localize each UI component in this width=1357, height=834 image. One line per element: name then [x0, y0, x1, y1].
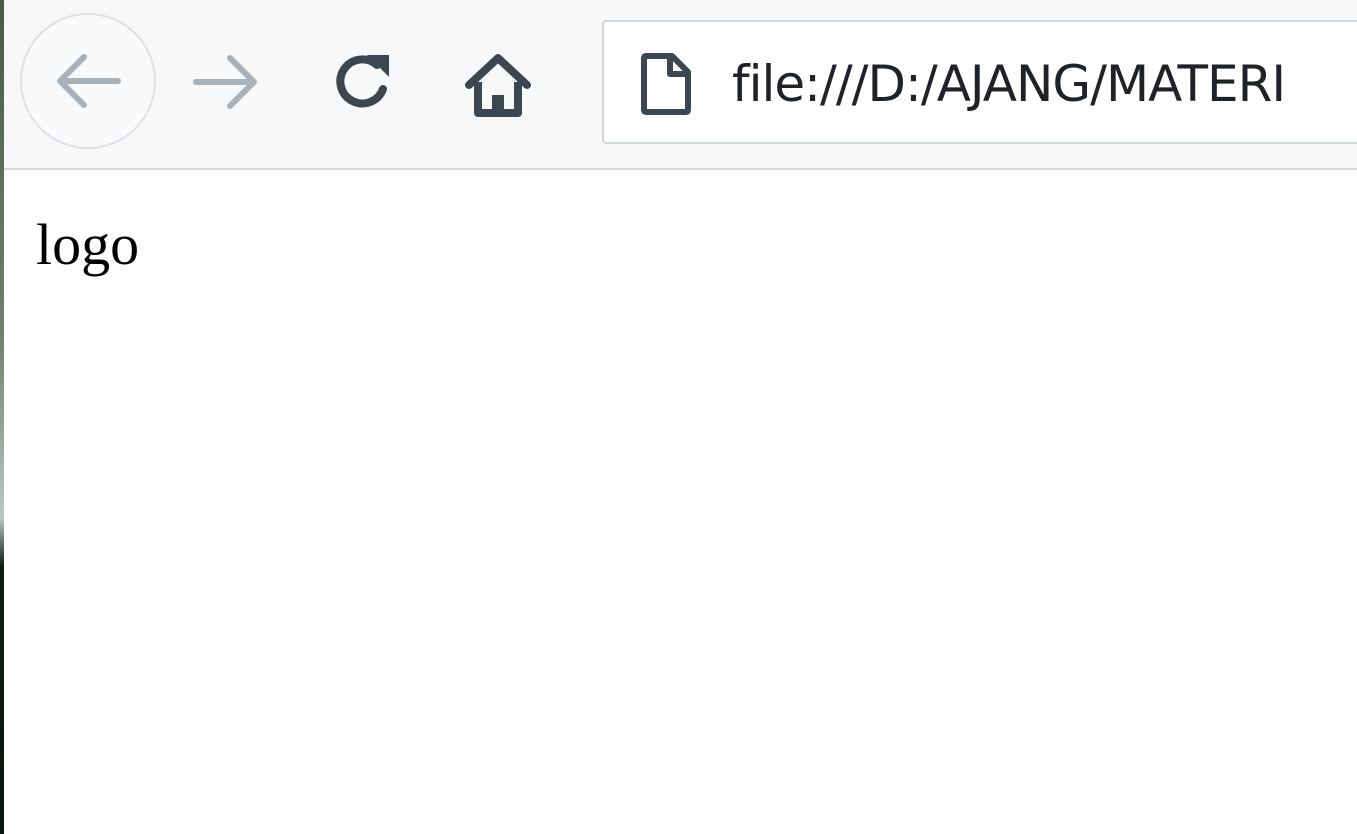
reload-icon [336, 55, 389, 108]
home-button[interactable] [452, 40, 544, 132]
page-content: logo [4, 170, 1357, 834]
browser-window: file:///D:/AJANG/MATERI logo [0, 0, 1357, 834]
browser-toolbar: file:///D:/AJANG/MATERI [4, 0, 1357, 170]
forward-button[interactable] [180, 40, 272, 124]
address-bar[interactable]: file:///D:/AJANG/MATERI [602, 20, 1357, 144]
home-icon [465, 54, 531, 117]
logo-text: logo [36, 212, 140, 277]
arrow-left-icon [57, 54, 121, 108]
back-button[interactable] [20, 13, 156, 149]
page-icon [641, 53, 691, 115]
arrow-right-icon [193, 55, 257, 109]
reload-button[interactable] [320, 40, 408, 124]
url-text[interactable]: file:///D:/AJANG/MATERI [732, 52, 1286, 116]
